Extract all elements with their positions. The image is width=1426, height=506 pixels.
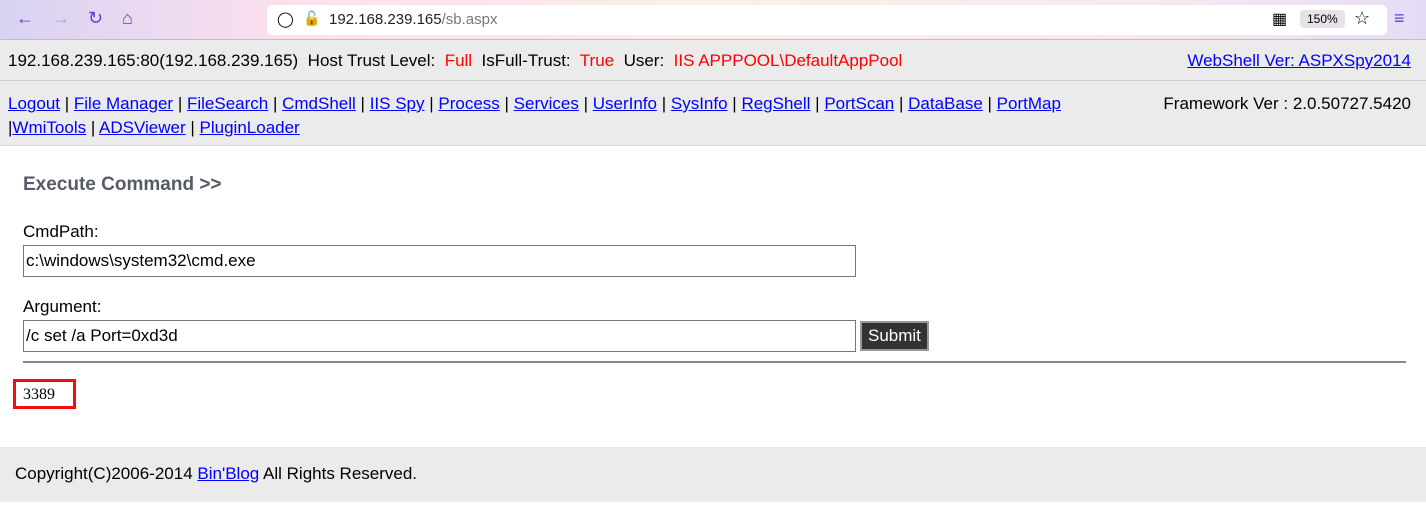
trust-label: Host Trust Level:	[307, 51, 436, 70]
nav-link-services[interactable]: Services	[514, 94, 579, 113]
insecure-lock-icon[interactable]: 🔓	[303, 10, 320, 27]
nav-link-iis-spy[interactable]: IIS Spy	[370, 94, 425, 113]
fulltrust-value: True	[579, 51, 615, 70]
nav-link-sysinfo[interactable]: SysInfo	[671, 94, 728, 113]
reload-icon[interactable]: ↻	[88, 8, 103, 29]
cmd-panel: Execute Command >> CmdPath: Argument: Su…	[0, 146, 1426, 352]
nav-link-filesearch[interactable]: FileSearch	[187, 94, 268, 113]
cmdpath-label: CmdPath:	[23, 222, 99, 241]
cmdpath-input[interactable]	[23, 245, 856, 277]
nav-link-portscan[interactable]: PortScan	[824, 94, 894, 113]
nav-link-adsviewer[interactable]: ADSViewer	[99, 118, 186, 137]
nav-link-pluginloader[interactable]: PluginLoader	[200, 118, 300, 137]
submit-button[interactable]: Submit	[860, 321, 929, 351]
nav-separator: |	[810, 94, 825, 113]
copyright-text: Copyright(C)2006-2014	[15, 464, 198, 483]
forward-icon[interactable]: →	[52, 8, 70, 29]
command-output: 3389	[13, 379, 76, 409]
user-label: User:	[623, 51, 665, 70]
nav-separator: |	[578, 94, 593, 113]
footer: Copyright(C)2006-2014 Bin'Blog All Right…	[0, 447, 1426, 502]
framework-version: Framework Ver : 2.0.50727.5420	[1163, 94, 1411, 113]
nav-link-file-manager[interactable]: File Manager	[74, 94, 173, 113]
nav-link-process[interactable]: Process	[438, 94, 499, 113]
qr-code-icon[interactable]: ▦	[1272, 9, 1287, 29]
nav-separator: |	[656, 94, 671, 113]
argument-label: Argument:	[23, 297, 102, 316]
nav-separator: |	[86, 118, 100, 137]
rights-text: All Rights Reserved.	[259, 464, 418, 483]
nav-link-database[interactable]: DataBase	[908, 94, 983, 113]
page-title: Execute Command >>	[23, 174, 222, 195]
home-icon[interactable]: ⌂	[122, 8, 133, 29]
browser-toolbar: ← → ↻ ⌂ ◯ 🔓 192.168.239.165/sb.aspx ▦ 15…	[0, 0, 1426, 40]
nav-separator: |	[355, 94, 370, 113]
nav-link-userinfo[interactable]: UserInfo	[593, 94, 657, 113]
nav-separator: |	[60, 94, 74, 113]
blog-link[interactable]: Bin'Blog	[197, 464, 259, 483]
nav-link-logout[interactable]: Logout	[8, 94, 60, 113]
nav-separator: |	[268, 94, 283, 113]
nav-separator: |	[185, 118, 200, 137]
argument-input[interactable]	[23, 320, 856, 352]
version-link[interactable]: WebShell Ver: ASPXSpy2014	[1187, 51, 1411, 71]
divider	[23, 361, 1406, 363]
back-icon[interactable]: ←	[16, 8, 34, 29]
shield-icon[interactable]: ◯	[277, 10, 294, 28]
nav-separator: |	[982, 94, 997, 113]
star-icon[interactable]: ☆	[1354, 8, 1370, 29]
nav-separator: |	[894, 94, 909, 113]
host: 192.168.239.165:80(192.168.239.165)	[8, 51, 299, 70]
address-bar[interactable]: ◯ 🔓 192.168.239.165/sb.aspx ▦ 150% ☆	[267, 5, 1387, 35]
nav-link-regshell[interactable]: RegShell	[741, 94, 810, 113]
nav-separator: |	[173, 94, 187, 113]
user-value: IIS APPPOOL\DefaultAppPool	[673, 51, 903, 70]
nav-link-wmitools[interactable]: WmiTools	[12, 118, 86, 137]
url-host: 192.168.239.165	[329, 11, 442, 28]
zoom-level-button[interactable]: 150%	[1300, 10, 1345, 28]
nav-separator: |	[499, 94, 514, 113]
nav-separator: |	[727, 94, 742, 113]
menu-icon[interactable]: ≡	[1394, 8, 1405, 29]
nav-separator: |	[424, 94, 439, 113]
trust-value: Full	[444, 51, 473, 70]
info-bar: 192.168.239.165:80(192.168.239.165) Host…	[0, 40, 1426, 81]
fulltrust-label: IsFull-Trust:	[481, 51, 571, 70]
nav-link-portmap[interactable]: PortMap	[997, 94, 1061, 113]
nav-link-cmdshell[interactable]: CmdShell	[282, 94, 356, 113]
url-path: /sb.aspx	[441, 11, 498, 28]
nav-bar: Logout | File Manager | FileSearch | Cmd…	[0, 81, 1426, 146]
